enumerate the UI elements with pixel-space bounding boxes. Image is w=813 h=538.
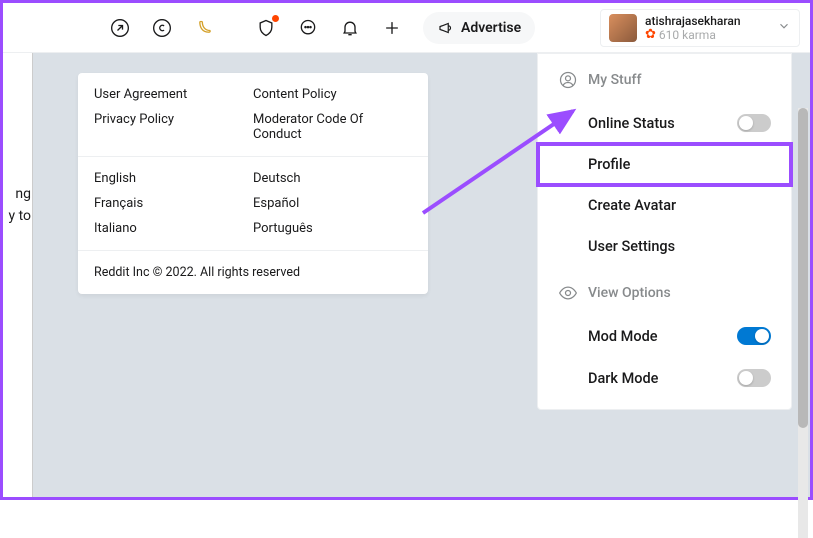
eye-icon [558,283,578,303]
scrollbar[interactable] [798,108,808,538]
menu-dark-mode[interactable]: Dark Mode [538,357,791,399]
lang-link[interactable]: Deutsch [253,171,412,186]
footer-link[interactable]: Content Policy [253,87,412,102]
avatar [609,14,637,42]
lang-link[interactable]: Português [253,221,412,236]
menu-create-avatar[interactable]: Create Avatar [538,185,791,226]
content-area: ng y to User Agreement Privacy Policy Co… [3,53,810,497]
menu-online-status[interactable]: Online Status [538,102,791,144]
user-dropdown: My Stuff Online Status Profile Create Av… [537,53,792,410]
karma-text: 610 karma [659,28,716,42]
advertise-label: Advertise [461,20,521,36]
menu-profile[interactable]: Profile [538,144,791,185]
lang-link[interactable]: Italiano [94,221,253,236]
left-strip: ng y to [3,53,33,497]
external-link-icon[interactable] [103,11,137,45]
footer-link[interactable]: Privacy Policy [94,112,253,127]
chat-icon[interactable] [291,11,325,45]
section-my-stuff: My Stuff [538,54,791,102]
karma-icon: ✿ [645,28,656,42]
footer-copyright: Reddit Inc © 2022. All rights reserved [78,251,428,294]
advertise-button[interactable]: Advertise [423,12,535,44]
shield-icon[interactable] [249,11,283,45]
bell-icon[interactable] [333,11,367,45]
copyright-icon[interactable] [145,11,179,45]
megaphone-icon [437,19,455,37]
banana-icon[interactable] [187,11,221,45]
scroll-thumb[interactable] [798,108,808,428]
username-label: atishrajasekharan [645,14,769,28]
lang-link[interactable]: English [94,171,253,186]
user-info: atishrajasekharan ✿610 karma [645,14,769,42]
top-header: Advertise atishrajasekharan ✿610 karma [3,3,810,53]
footer-link[interactable]: User Agreement [94,87,253,102]
online-status-toggle[interactable] [737,114,771,132]
section-view-options: View Options [538,267,791,315]
dark-mode-toggle[interactable] [737,369,771,387]
lang-link[interactable]: Français [94,196,253,211]
user-menu-button[interactable]: atishrajasekharan ✿610 karma [600,9,800,47]
clipped-text: ng y to [3,183,31,227]
lang-link[interactable]: Español [253,196,412,211]
menu-user-settings[interactable]: User Settings [538,226,791,267]
footer-panel: User Agreement Privacy Policy Content Po… [78,73,428,294]
chevron-down-icon [777,18,791,37]
person-icon [558,70,578,90]
menu-mod-mode[interactable]: Mod Mode [538,315,791,357]
mod-mode-toggle[interactable] [737,327,771,345]
plus-icon[interactable] [375,11,409,45]
footer-link[interactable]: Moderator Code Of Conduct [253,112,412,142]
